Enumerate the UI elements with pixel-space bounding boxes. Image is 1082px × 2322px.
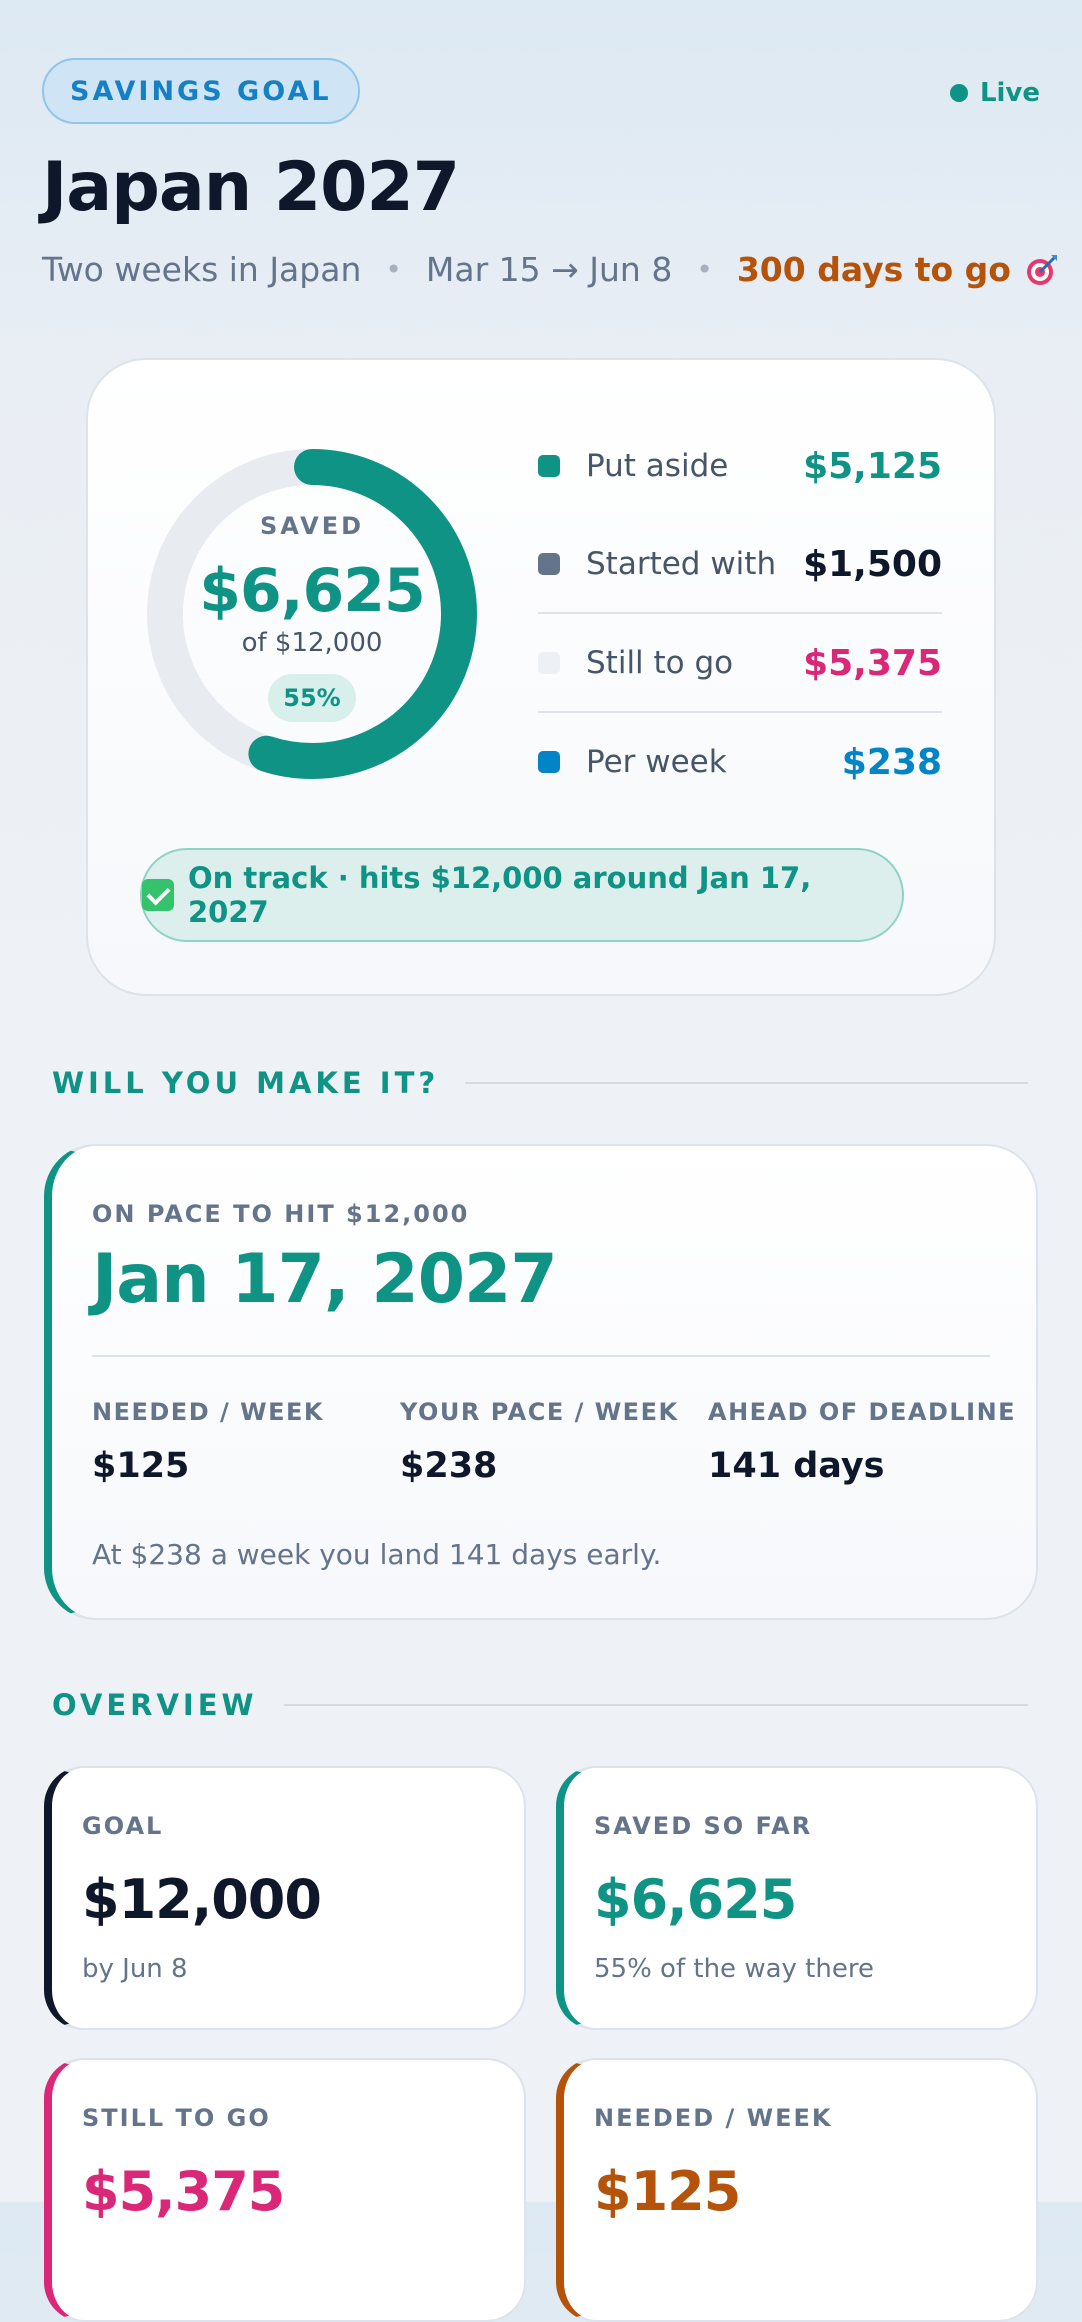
pace-label: ON PACE TO HIT $12,000 — [92, 1200, 470, 1228]
overview-label: SAVED SO FAR — [594, 1812, 813, 1840]
section-title: WILL YOU MAKE IT? — [52, 1066, 440, 1100]
trip-dates: Mar 15 → Jun 8 — [425, 250, 673, 289]
ring-saved-amount: $6,625 — [199, 556, 426, 626]
ring-of-goal: of $12,000 — [241, 628, 383, 658]
overview-card-still-to-go: STILL TO GO $5,375 — [44, 2058, 526, 2322]
legend-label: Still to go — [586, 645, 734, 681]
live-label: Live — [979, 78, 1040, 108]
percent-badge: 55% — [268, 674, 356, 722]
savings-goal-badge: SAVINGS GOAL — [42, 58, 360, 124]
overview-card-goal: GOAL $12,000 by Jun 8 — [44, 1766, 526, 2030]
legend-still-to-go: Still to go $5,375 — [538, 638, 942, 688]
legend-divider — [538, 612, 942, 614]
overview-label: GOAL — [82, 1812, 164, 1840]
subtitle-separator: • — [385, 253, 402, 286]
section-title: OVERVIEW — [52, 1688, 258, 1722]
subtitle-separator: • — [696, 253, 713, 286]
stat-ahead-label: AHEAD OF DEADLINE — [708, 1398, 1017, 1426]
overview-value: $5,375 — [82, 2160, 285, 2223]
legend-value: $5,375 — [803, 642, 942, 684]
legend-label: Started with — [586, 546, 777, 582]
pace-note: At $238 a week you land 141 days early. — [92, 1538, 662, 1571]
overview-sub: by Jun 8 — [82, 1954, 188, 1984]
overview-value: $12,000 — [82, 1868, 322, 1931]
overview-value: $6,625 — [594, 1868, 797, 1931]
live-indicator: Live — [949, 78, 1040, 108]
stat-needed-value: $125 — [92, 1446, 190, 1486]
legend-label: Put aside — [586, 448, 729, 484]
overview-label: STILL TO GO — [82, 2104, 271, 2132]
page-subtitle: Two weeks in Japan • Mar 15 → Jun 8 • 30… — [42, 250, 1059, 289]
legend-swatch-icon — [538, 652, 560, 674]
trip-description: Two weeks in Japan — [42, 250, 362, 289]
days-countdown: 300 days to go — [736, 250, 1011, 289]
pace-date: Jan 17, 2027 — [92, 1240, 558, 1319]
target-icon — [1025, 253, 1059, 287]
section-rule — [465, 1082, 1028, 1084]
legend-label: Per week — [586, 744, 727, 780]
page-title: Japan 2027 — [42, 148, 460, 227]
legend-value: $238 — [841, 741, 942, 783]
legend-started-with: Started with $1,500 — [538, 539, 942, 589]
on-track-status: On track · hits $12,000 around Jan 17, 2… — [140, 848, 904, 942]
legend-per-week: Per week $238 — [538, 737, 942, 787]
overview-label: NEEDED / WEEK — [594, 2104, 833, 2132]
legend-swatch-icon — [538, 751, 560, 773]
legend-put-aside: Put aside $5,125 — [538, 441, 942, 491]
stat-pace-value: $238 — [400, 1446, 498, 1486]
overview-card-needed-week: NEEDED / WEEK $125 — [556, 2058, 1038, 2322]
legend-value: $1,500 — [803, 543, 942, 585]
on-track-text: On track · hits $12,000 around Jan 17, 2… — [188, 861, 812, 929]
legend-value: $5,125 — [803, 445, 942, 487]
legend-swatch-icon — [538, 553, 560, 575]
section-heading-pace: WILL YOU MAKE IT? — [52, 1066, 1028, 1100]
overview-sub: 55% of the way there — [594, 1954, 874, 1984]
overview-card-saved: SAVED SO FAR $6,625 55% of the way there — [556, 1766, 1038, 2030]
overview-value: $125 — [594, 2160, 741, 2223]
pace-divider — [92, 1355, 990, 1357]
check-icon — [142, 879, 174, 911]
ring-saved-label: SAVED — [259, 512, 365, 540]
legend-divider — [538, 711, 942, 713]
stat-needed-label: NEEDED / WEEK — [92, 1398, 324, 1426]
live-dot-icon — [949, 84, 968, 102]
stat-pace-label: YOUR PACE / WEEK — [400, 1398, 679, 1426]
section-rule — [283, 1704, 1028, 1706]
legend-swatch-icon — [538, 455, 560, 477]
stat-ahead-value: 141 days — [708, 1446, 885, 1486]
section-heading-overview: OVERVIEW — [52, 1688, 1028, 1722]
